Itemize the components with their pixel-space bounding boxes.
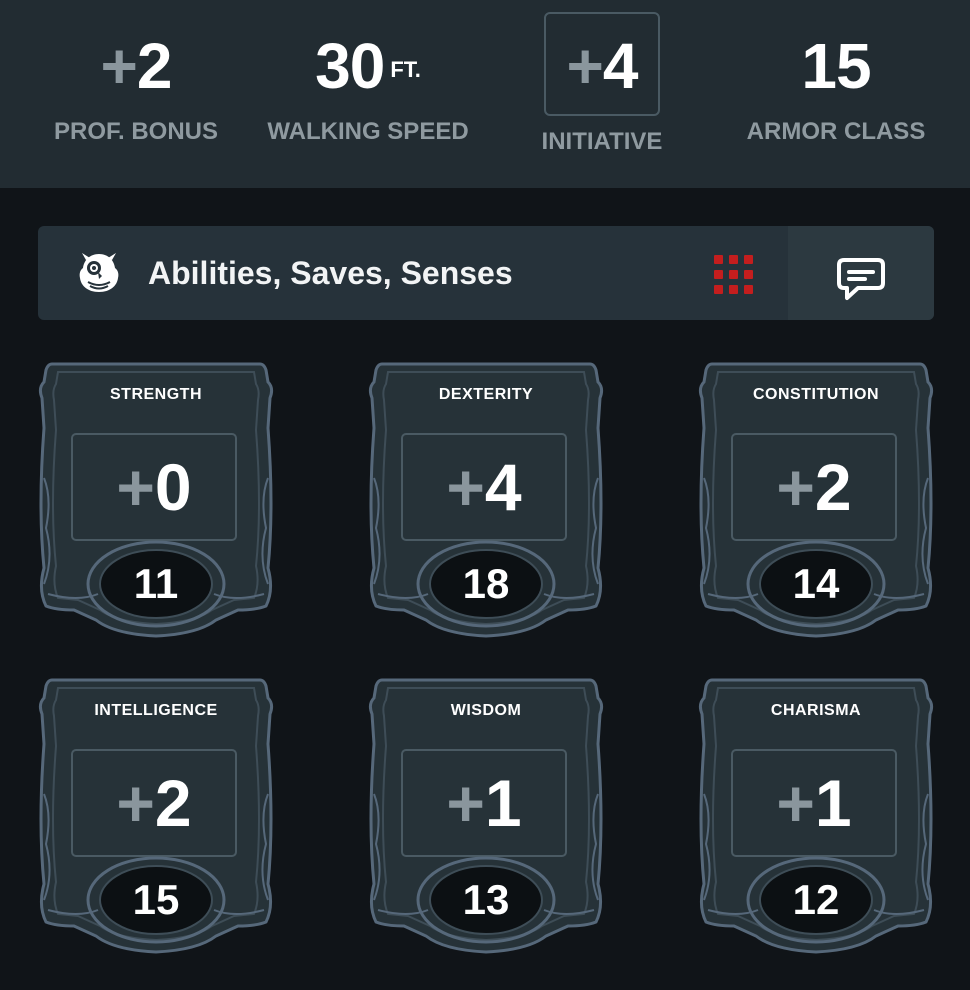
- ability-score: 18: [462, 560, 510, 607]
- ability-card-charisma[interactable]: CHARISMA +1 12: [698, 674, 934, 954]
- walking-speed-label: WALKING SPEED: [267, 118, 469, 145]
- initiative-stat[interactable]: +4 INITIATIVE: [502, 34, 702, 156]
- modifier-value: 0: [154, 450, 192, 524]
- modifier-value: 1: [814, 766, 852, 840]
- modifier-sign: +: [446, 766, 485, 840]
- prof-bonus-value: +2: [100, 30, 173, 102]
- ability-card-intelligence[interactable]: INTELLIGENCE +2 15: [38, 674, 274, 954]
- armor-class-stat: 15 ARMOR CLASS: [730, 34, 942, 146]
- ability-name: WISDOM: [450, 702, 522, 719]
- ability-score: 14: [792, 560, 840, 607]
- armor-class-value: 15: [801, 30, 871, 102]
- prof-bonus-stat: +2 PROF. BONUS: [36, 34, 236, 146]
- ability-name: INTELLIGENCE: [94, 702, 218, 719]
- ability-modifier[interactable]: +1: [402, 750, 566, 856]
- ability-name: CONSTITUTION: [753, 386, 879, 403]
- ability-modifier[interactable]: +2: [72, 750, 236, 856]
- ability-modifier[interactable]: +1: [732, 750, 896, 856]
- modifier-sign: +: [116, 766, 155, 840]
- modifier-value: 4: [484, 450, 522, 524]
- ability-score: 15: [132, 876, 180, 923]
- ability-score: 12: [792, 876, 840, 923]
- initiative-label: INITIATIVE: [541, 128, 663, 155]
- ability-score: 13: [462, 876, 510, 923]
- ability-modifier[interactable]: +2: [732, 434, 896, 540]
- ability-card-strength[interactable]: STRENGTH +0 11: [38, 358, 274, 638]
- section-title: Abilities, Saves, Senses: [148, 255, 513, 291]
- modifier-value: 1: [484, 766, 522, 840]
- stats-bar: +2 PROF. BONUS 30 FT. WALKING SPEED +4 IN…: [0, 0, 970, 188]
- chat-icon[interactable]: [836, 256, 886, 302]
- walking-speed-value: 30 FT.: [315, 30, 421, 102]
- ability-name: STRENGTH: [110, 386, 202, 403]
- owl-icon: [79, 253, 119, 292]
- ability-card-dexterity[interactable]: DEXTERITY +4 18: [368, 358, 604, 638]
- grid-icon[interactable]: [714, 255, 754, 295]
- initiative-value[interactable]: +4: [502, 34, 702, 98]
- ability-name: DEXTERITY: [438, 386, 534, 403]
- ability-score: 11: [133, 560, 179, 607]
- ability-card-constitution[interactable]: CONSTITUTION +2 14: [698, 358, 934, 638]
- ability-card-wisdom[interactable]: WISDOM +1 13: [368, 674, 604, 954]
- modifier-sign: +: [446, 450, 485, 524]
- walking-speed-stat: 30 FT. WALKING SPEED: [256, 34, 480, 146]
- prof-bonus-label: PROF. BONUS: [53, 118, 218, 145]
- ability-modifier[interactable]: +4: [402, 434, 566, 540]
- section-header[interactable]: Abilities, Saves, Senses: [38, 226, 934, 320]
- ability-modifier[interactable]: +0: [72, 434, 236, 540]
- modifier-sign: +: [116, 450, 155, 524]
- modifier-value: 2: [154, 766, 192, 840]
- armor-class-label: ARMOR CLASS: [746, 118, 926, 145]
- speed-unit: FT.: [390, 57, 421, 82]
- modifier-sign: +: [776, 766, 815, 840]
- modifier-sign: +: [776, 450, 815, 524]
- ability-name: CHARISMA: [770, 702, 862, 719]
- modifier-value: 2: [814, 450, 852, 524]
